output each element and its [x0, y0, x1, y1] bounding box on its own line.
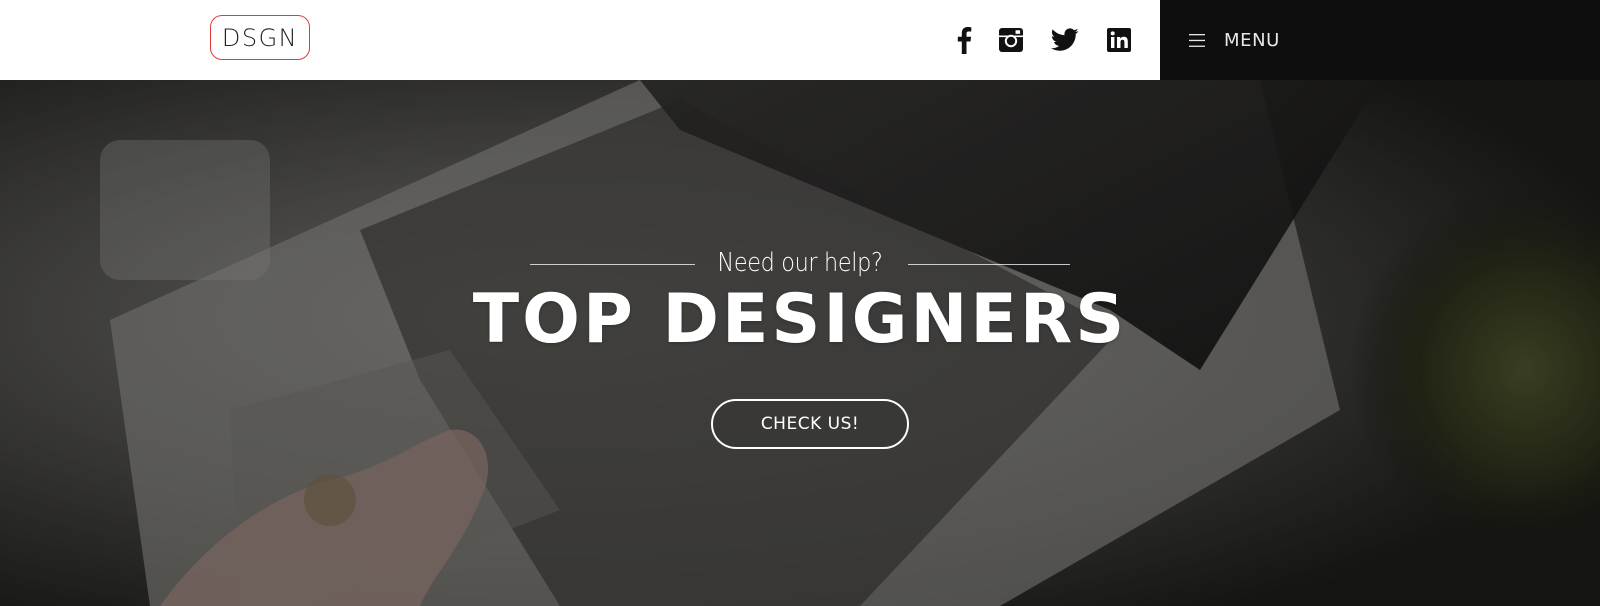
logo[interactable]: DSGN [210, 15, 310, 60]
instagram-icon[interactable] [995, 24, 1027, 56]
facebook-icon[interactable] [948, 24, 980, 56]
check-us-button[interactable]: CHECK US! [711, 399, 909, 449]
hamburger-icon [1189, 33, 1205, 47]
tagline-divider-right [908, 264, 1070, 265]
header-bar: DSGN [0, 0, 1160, 80]
tagline-row: Need our help? [530, 245, 1070, 281]
tagline: Need our help? [717, 248, 883, 278]
menu-button[interactable]: MENU [1189, 25, 1280, 55]
hero-headline: TOP DESIGNERS [472, 280, 1128, 359]
tagline-divider-left [530, 264, 695, 265]
twitter-icon[interactable] [1049, 24, 1081, 56]
hero-section: Need our help? TOP DESIGNERS CHECK US! [0, 80, 1600, 606]
menu-label: MENU [1224, 29, 1280, 51]
linkedin-icon[interactable] [1103, 24, 1135, 56]
